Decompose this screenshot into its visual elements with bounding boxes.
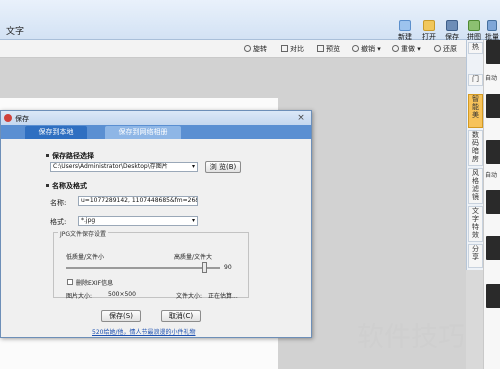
jpg-settings-group <box>53 232 249 298</box>
quality-slider-thumb[interactable] <box>202 262 208 273</box>
side-tabs: 热 门 智能美 数码暗房 风格滤镜 文字特效 分享 <box>466 40 483 270</box>
watermark-text: 软件技巧 <box>357 322 465 353</box>
quality-value: 90 <box>224 264 232 271</box>
redo-button[interactable]: 重做 ▾ <box>392 44 421 54</box>
save-confirm-button[interactable]: 保存(S) <box>101 310 141 322</box>
format-select[interactable]: *.jpg ▾ <box>78 216 198 226</box>
puzzle-icon <box>468 20 480 31</box>
tab-save-local[interactable]: 保存到本地 <box>25 126 87 139</box>
new-icon <box>399 20 411 31</box>
name-section-title: 名称及格式 <box>46 181 87 191</box>
redo-icon <box>392 45 399 52</box>
preview-icon <box>317 45 324 52</box>
thumbnail-label: 自动 <box>485 172 498 179</box>
chevron-down-icon: ▾ <box>191 163 195 170</box>
restore-icon <box>434 45 441 52</box>
tab-share[interactable]: 分享 <box>468 244 483 268</box>
open-icon <box>423 20 435 31</box>
save-icon <box>446 20 458 31</box>
name-label: 名称: <box>50 199 67 207</box>
effect-thumbnail[interactable] <box>486 40 500 64</box>
tab-popular[interactable]: 门 <box>468 74 483 86</box>
compare-button[interactable]: 对比 <box>281 44 304 54</box>
effect-thumbnail[interactable] <box>486 190 500 214</box>
cancel-button[interactable]: 取消(C) <box>161 310 201 322</box>
image-size-value: 500×500 <box>108 291 136 298</box>
file-size-value: 正在估算... <box>208 293 238 300</box>
file-name-input[interactable]: u=1077289142, 1107448685&fm=26&gp=0_ <box>78 196 198 206</box>
puzzle-button[interactable]: 拼图 <box>463 20 485 42</box>
effect-thumbnail[interactable] <box>486 140 500 164</box>
tab-text-effect[interactable]: 文字特效 <box>468 206 483 242</box>
dialog-tabs: 保存到本地 保存到网络相册 <box>1 125 311 139</box>
batch-button[interactable]: 批量 <box>484 20 500 42</box>
batch-icon <box>487 20 497 31</box>
edit-toolbar: 旋转 对比 预览 撤销 ▾ 重做 ▾ 还原 <box>0 40 466 58</box>
quality-slider-track[interactable] <box>66 267 220 269</box>
main-toolbar: 文字 新建 打开 保存 拼图 批量 <box>0 0 500 42</box>
close-icon[interactable]: × <box>295 113 307 123</box>
dialog-title: 保存 <box>15 115 29 123</box>
browse-button[interactable]: 浏 览(B) <box>205 161 241 173</box>
undo-icon <box>352 45 359 52</box>
file-size-label: 文件大小: <box>176 293 203 300</box>
delete-exif-label: 删除EXIF信息 <box>76 280 114 287</box>
save-button[interactable]: 保存 <box>441 20 463 42</box>
delete-exif-checkbox[interactable] <box>67 279 73 285</box>
thumbnail-label: 自动 <box>485 75 498 82</box>
rotate-button[interactable]: 旋转 <box>244 44 267 54</box>
new-button[interactable]: 新建 <box>394 20 416 42</box>
effect-thumbnails: 自动 自动 <box>483 40 500 369</box>
tab-style-filter[interactable]: 风格滤镜 <box>468 168 483 204</box>
image-size-label: 图片大小: <box>66 293 93 300</box>
dialog-titlebar[interactable]: 保存 × <box>1 111 311 125</box>
tab-hot[interactable]: 热 <box>468 42 483 54</box>
undo-button[interactable]: 撤销 ▾ <box>352 44 381 54</box>
menu-text-label[interactable]: 文字 <box>6 24 24 37</box>
restore-button[interactable]: 还原 <box>434 44 457 54</box>
format-label: 格式: <box>50 218 67 226</box>
rotate-icon <box>244 45 251 52</box>
low-quality-label: 低质量/文件小 <box>66 254 105 261</box>
jpg-settings-title: JPG文件保存设置 <box>58 229 109 238</box>
open-button[interactable]: 打开 <box>418 20 440 42</box>
tab-smart-beauty[interactable]: 智能美 <box>468 94 483 128</box>
save-path-select[interactable]: C:\Users\Administrator\Desktop\存图片 ▾ <box>50 162 198 172</box>
effect-thumbnail[interactable] <box>486 236 500 260</box>
path-section-title: 保存路径选择 <box>46 151 94 161</box>
tab-darkroom[interactable]: 数码暗房 <box>468 130 483 166</box>
preview-button[interactable]: 预览 <box>317 44 340 54</box>
tab-save-online-album[interactable]: 保存到网络相册 <box>105 126 181 139</box>
effect-thumbnail[interactable] <box>486 284 500 308</box>
app-logo-icon <box>4 114 12 122</box>
effect-thumbnail[interactable] <box>486 94 500 118</box>
high-quality-label: 高质量/文件大 <box>174 254 213 261</box>
promo-link[interactable]: 520给她/他，情人节最浪漫的小件礼物 <box>92 327 195 336</box>
chevron-down-icon: ▾ <box>191 217 195 224</box>
compare-icon <box>281 45 288 52</box>
